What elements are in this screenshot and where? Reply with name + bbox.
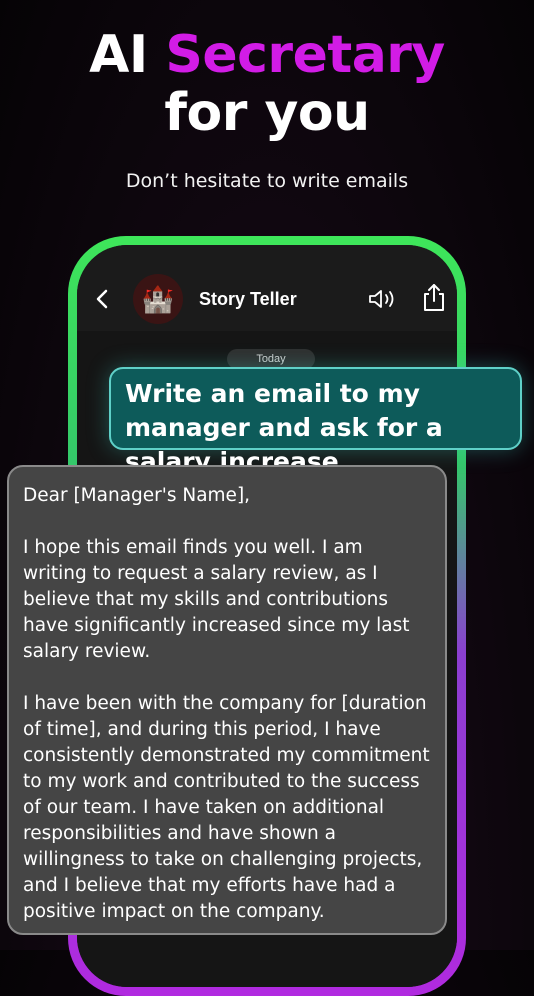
share-icon[interactable] — [421, 283, 447, 313]
reply-paragraph: I hope this email finds you well. I am w… — [23, 537, 410, 662]
reply-paragraph: Dear [Manager's Name], — [23, 485, 251, 506]
reply-paragraph: I have been with the company for [durati… — [23, 693, 430, 922]
chat-header: 🏰 Story Teller — [77, 245, 457, 331]
hero-title-line2: for you — [164, 83, 370, 143]
date-separator: Today — [227, 349, 315, 369]
speaker-icon[interactable] — [367, 288, 397, 310]
user-message-bubble: Write an email to my manager and ask for… — [109, 367, 522, 476]
hero-subtitle: Don’t hesitate to write emails — [125, 170, 409, 192]
hero-title-prefix: AI — [89, 25, 148, 85]
avatar[interactable]: 🏰 — [133, 274, 183, 324]
hero-title-accent: Secretary — [165, 25, 445, 85]
castle-icon: 🏰 — [141, 283, 175, 314]
assistant-reply-bubble: Dear [Manager's Name], I hope this email… — [7, 465, 447, 935]
hero-title: AI Secretary for you — [0, 26, 534, 142]
chat-title[interactable]: Story Teller — [199, 289, 297, 310]
chevron-left-icon[interactable] — [91, 288, 113, 310]
hero-title-line1: AI Secretary — [0, 26, 534, 84]
